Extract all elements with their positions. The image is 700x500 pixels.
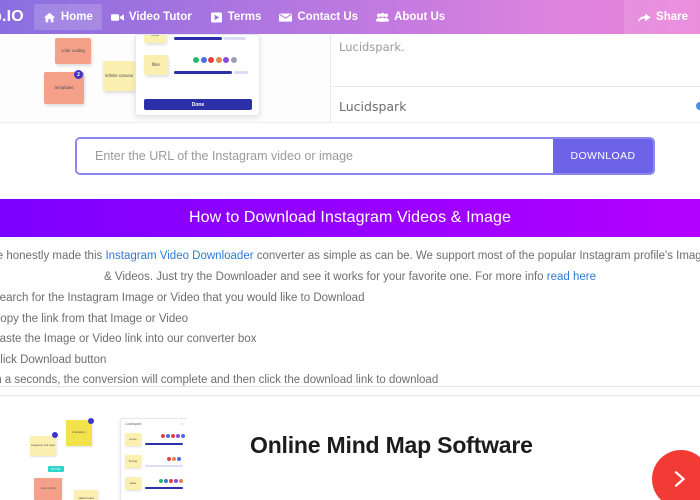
page-root: b.IO Home Video Tutor Terms bbox=[0, 0, 700, 500]
vote-dots bbox=[193, 57, 237, 63]
ad-text-column: Lucidspark. Lucidspark bbox=[330, 34, 700, 122]
sticky-note: filter bbox=[144, 55, 168, 75]
list-item: Copy the link from that Image or Video bbox=[0, 312, 189, 325]
progress-bar bbox=[174, 71, 232, 74]
read-here-link[interactable]: read here bbox=[547, 271, 596, 283]
nav-item-contact-us-label: Contact Us bbox=[297, 11, 359, 23]
chevron-right-icon bbox=[674, 470, 686, 488]
list-item: In a seconds, the conversion will comple… bbox=[0, 374, 439, 386]
file-document-icon bbox=[210, 11, 223, 23]
sticky-note: brainstorm bbox=[66, 420, 92, 446]
nav-item-home-label: Home bbox=[60, 11, 93, 23]
how-to-heading-bar: How to Download Instagram Videos & Image bbox=[0, 199, 700, 237]
progress-bar-track bbox=[234, 71, 248, 74]
site-logo[interactable]: b.IO bbox=[0, 8, 24, 26]
progress-bar bbox=[174, 37, 222, 40]
list-item: Search for the Instagram Image or Video … bbox=[0, 292, 365, 304]
sticky-note: fix bug bbox=[125, 455, 141, 468]
progress-bar bbox=[145, 487, 183, 489]
ad-panel-card: Lucidspark x scope fix bug value bbox=[120, 418, 187, 500]
sticky-note: status board bbox=[74, 490, 98, 500]
vote-dots bbox=[167, 457, 181, 461]
steps-list: Search for the Instagram Image or Video … bbox=[0, 288, 692, 391]
nav-item-video-tutor[interactable]: Video Tutor bbox=[102, 4, 201, 30]
nav-item-about-us[interactable]: About Us bbox=[367, 4, 454, 30]
ad-divider bbox=[331, 86, 700, 87]
ad-mindmap-illustration: sequence sub topic brainstorm STYLE colo… bbox=[22, 418, 187, 500]
ad-panel-card: vote filter Done bbox=[135, 34, 260, 116]
downloader-section: DOWNLOAD bbox=[0, 122, 700, 194]
ad-panel-title: Lucidspark bbox=[125, 422, 142, 426]
nav-item-terms[interactable]: Terms bbox=[201, 4, 271, 30]
nav-menu: Home Video Tutor Terms Contact Us About … bbox=[33, 4, 454, 30]
nav-item-contact-us[interactable]: Contact Us bbox=[270, 4, 367, 30]
sticky-note: color coding bbox=[55, 38, 91, 64]
nav-item-about-us-label: About Us bbox=[394, 11, 446, 23]
intro-paragraph: We honestly made this Instagram Video Do… bbox=[0, 246, 700, 289]
instagram-video-downloader-link[interactable]: Instagram Video Downloader bbox=[105, 250, 253, 262]
close-icon[interactable]: x bbox=[181, 422, 183, 426]
envelope-icon bbox=[279, 12, 293, 23]
bottom-advertisement[interactable]: sequence sub topic brainstorm STYLE colo… bbox=[0, 396, 700, 500]
ad-indicator-dot bbox=[696, 102, 700, 110]
home-icon bbox=[43, 12, 56, 23]
how-to-heading: How to Download Instagram Videos & Image bbox=[188, 209, 512, 226]
section-divider bbox=[0, 386, 700, 387]
video-camera-icon bbox=[110, 12, 124, 23]
ad-advertiser-tagline: Lucidspark. bbox=[339, 40, 405, 54]
sticky-note: scope bbox=[125, 433, 141, 446]
vote-dots bbox=[161, 434, 185, 438]
share-button[interactable]: Share bbox=[624, 0, 700, 34]
sticky-note: sequence sub topic bbox=[30, 436, 56, 456]
users-group-icon bbox=[376, 12, 390, 23]
ad-headline: Online Mind Map Software bbox=[250, 432, 533, 458]
progress-bar-track bbox=[145, 465, 183, 467]
vote-dots bbox=[159, 479, 183, 483]
note-badge bbox=[88, 418, 94, 424]
sticky-note: color coding bbox=[34, 478, 62, 500]
top-navbar: b.IO Home Video Tutor Terms bbox=[0, 0, 700, 34]
sticky-note: vote bbox=[144, 35, 166, 43]
intro-text-pre: We honestly made this bbox=[0, 250, 103, 262]
downloader-input-group: DOWNLOAD bbox=[75, 137, 655, 175]
download-button[interactable]: DOWNLOAD bbox=[553, 139, 653, 173]
list-item: Click Download button bbox=[0, 353, 107, 366]
list-item: Paste the Image or Video link into our c… bbox=[0, 333, 257, 345]
done-button[interactable]: Done bbox=[144, 99, 252, 110]
nav-item-video-tutor-label: Video Tutor bbox=[128, 11, 192, 23]
share-arrow-icon bbox=[638, 12, 651, 23]
ad-whiteboard-illustration: color coding templates 2 infinite canvas… bbox=[0, 34, 330, 122]
nav-item-home[interactable]: Home bbox=[33, 4, 102, 30]
style-tag: STYLE bbox=[48, 466, 64, 472]
top-advertisement[interactable]: color coding templates 2 infinite canvas… bbox=[0, 34, 700, 122]
ad-advertiser-name: Lucidspark bbox=[339, 99, 407, 114]
note-badge: 2 bbox=[74, 70, 83, 79]
progress-bar bbox=[145, 443, 183, 445]
url-input[interactable] bbox=[77, 139, 553, 173]
note-badge bbox=[52, 432, 58, 438]
progress-bar-track bbox=[224, 37, 246, 40]
nav-item-terms-label: Terms bbox=[227, 11, 262, 23]
sticky-note: infinite canvas bbox=[103, 61, 135, 91]
sticky-note: value bbox=[125, 477, 141, 490]
share-button-label: Share bbox=[656, 11, 688, 23]
carousel-next-button[interactable] bbox=[652, 450, 700, 500]
